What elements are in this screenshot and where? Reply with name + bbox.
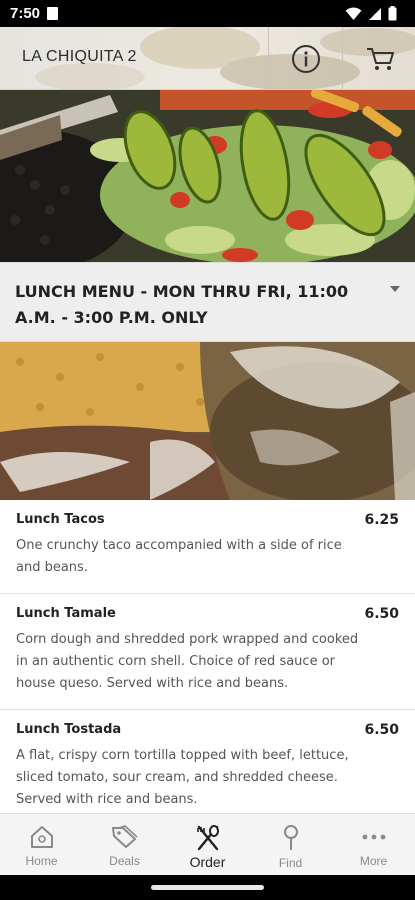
menu-item[interactable]: Lunch Tacos 6.25 One crunchy taco accomp… [0, 500, 415, 594]
home-icon [30, 826, 53, 848]
cart-icon [366, 47, 394, 70]
nav-label-deals: Deals [109, 854, 140, 868]
hero-food-image [0, 90, 415, 262]
menu-item[interactable]: Lunch Tamale 6.50 Corn dough and shredde… [0, 594, 415, 710]
menu-item-description: A flat, crispy corn tortilla topped with… [16, 748, 349, 807]
nav-label-more: More [359, 854, 388, 868]
menu-item-description: Corn dough and shredded pork wrapped and… [16, 632, 359, 691]
nav-label-home: Home [25, 854, 58, 868]
tag-icon [111, 825, 138, 848]
caret-down-icon [390, 286, 400, 292]
more-dots-icon [362, 834, 385, 840]
status-bar: 7:50 [0, 0, 415, 27]
menu-item-name: Lunch Tamale [16, 606, 116, 621]
menu-item-price: 6.50 [364, 606, 399, 622]
menu-item-description: One crunchy taco accompanied with a side… [16, 538, 342, 575]
menu-item[interactable]: Lunch Tostada 6.50 A flat, crispy corn t… [0, 710, 415, 813]
app-header: LA CHIQUITA 2 [0, 27, 415, 90]
nav-item-home[interactable]: Home [0, 814, 83, 875]
status-time: 7:50 [10, 5, 41, 22]
menu-category-dropdown[interactable]: LUNCH MENU - MON THRU FRI, 11:00 A.M. - … [0, 262, 415, 342]
home-gesture-bar[interactable] [151, 885, 264, 890]
status-icons [345, 6, 397, 21]
battery-icon [388, 6, 397, 21]
cart-button[interactable] [343, 27, 415, 89]
menu-category-label: LUNCH MENU - MON THRU FRI, 11:00 A.M. - … [15, 282, 349, 327]
category-food-image [0, 342, 415, 500]
info-icon [291, 44, 320, 73]
nav-item-deals[interactable]: Deals [83, 814, 166, 875]
menu-item-list: Lunch Tacos 6.25 One crunchy taco accomp… [0, 500, 415, 813]
menu-item-price: 6.25 [364, 512, 399, 528]
nav-label-order: Order [189, 854, 226, 870]
nav-item-order[interactable]: Order [166, 814, 249, 875]
nav-label-find: Find [278, 856, 303, 870]
nav-item-find[interactable]: Find [249, 814, 332, 875]
bottom-nav: Home Deals Order Find More [0, 813, 415, 875]
menu-item-price: 6.50 [364, 722, 399, 738]
wifi-icon [345, 7, 362, 20]
menu-item-name: Lunch Tacos [16, 512, 105, 527]
menu-item-name: Lunch Tostada [16, 722, 122, 737]
app-title: LA CHIQUITA 2 [22, 48, 137, 65]
info-button[interactable] [269, 27, 342, 89]
map-pin-icon [283, 825, 298, 850]
sd-card-icon [47, 7, 58, 20]
utensils-icon [196, 825, 219, 851]
signal-icon [369, 7, 381, 20]
system-nav-bar [0, 875, 415, 900]
nav-item-more[interactable]: More [332, 814, 415, 875]
